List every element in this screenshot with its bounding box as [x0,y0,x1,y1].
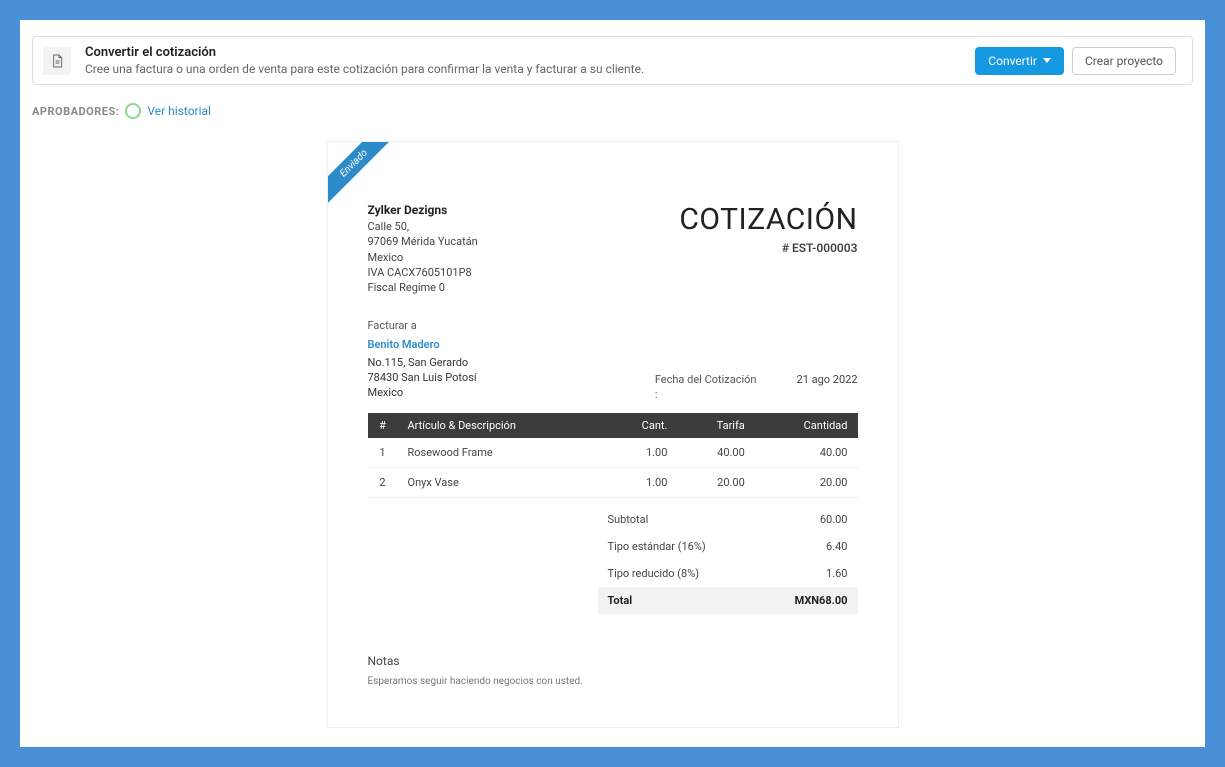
bill-to-label: Facturar a [368,318,477,333]
company-line5: Fiscal Regime 0 [368,280,478,295]
convert-alert-bar: Convertir el cotización Cree una factura… [32,36,1193,85]
table-row: 1 Rosewood Frame 1.00 40.00 40.00 [368,438,858,468]
tax2-value: 1.60 [826,567,847,580]
convert-button[interactable]: Convertir [975,47,1064,75]
create-project-label: Crear proyecto [1085,54,1163,68]
notes-section: Notas Esperamos seguir haciendo negocios… [368,654,858,687]
cell-amount: 20.00 [755,467,858,497]
approvers-label: APROBADORES: [32,105,119,118]
doc-number: # EST-000003 [679,241,857,255]
subtotal-label: Subtotal [608,513,649,526]
tax1-value: 6.40 [826,540,847,553]
create-project-button[interactable]: Crear proyecto [1072,47,1176,75]
th-num: # [368,413,398,438]
company-block: Zylker Dezigns Calle 50, 97069 Mérida Yu… [368,202,478,296]
th-desc: Artículo & Descripción [398,413,604,438]
cell-desc: Rosewood Frame [398,438,604,468]
company-line4: IVA CACX7605101P8 [368,265,478,280]
tax2-row: Tipo reducido (8%) 1.60 [598,560,858,587]
chevron-down-icon [1043,58,1051,63]
totals-block: Subtotal 60.00 Tipo estándar (16%) 6.40 … [598,506,858,614]
subtotal-value: 60.00 [820,513,848,526]
bill-line1: No.115, San Gerardo [368,355,477,370]
notes-label: Notas [368,654,858,668]
document-icon [43,47,71,75]
doc-title: COTIZACIÓN [679,202,857,237]
cell-num: 2 [368,467,398,497]
items-table: # Artículo & Descripción Cant. Tarifa Ca… [368,413,858,498]
company-line1: Calle 50, [368,219,478,234]
tax2-label: Tipo reducido (8%) [608,567,700,580]
doc-title-block: COTIZACIÓN # EST-000003 [679,202,857,255]
document-wrap: Enviado Zylker Dezigns Calle 50, 97069 M… [32,141,1193,728]
alert-actions: Convertir Crear proyecto [975,47,1176,75]
company-name: Zylker Dezigns [368,202,478,219]
total-value: MXN68.00 [795,594,848,607]
doc-header: Zylker Dezigns Calle 50, 97069 Mérida Yu… [368,202,858,296]
th-amount: Cantidad [755,413,858,438]
alert-left: Convertir el cotización Cree una factura… [43,45,644,76]
table-row: 2 Onyx Vase 1.00 20.00 20.00 [368,467,858,497]
cell-rate: 40.00 [677,438,754,468]
approver-avatar[interactable] [125,103,141,119]
table-header-row: # Artículo & Descripción Cant. Tarifa Ca… [368,413,858,438]
notes-text: Esperamos seguir haciendo negocios con u… [368,676,858,687]
company-line2: 97069 Mérida Yucatán [368,234,478,249]
date-block: Fecha del Cotización : 21 ago 2022 [655,373,858,401]
bill-to-block: Facturar a Benito Madero No.115, San Ger… [368,318,477,401]
customer-name[interactable]: Benito Madero [368,337,477,352]
alert-title: Convertir el cotización [85,45,644,60]
cell-desc: Onyx Vase [398,467,604,497]
date-value: 21 ago 2022 [797,373,858,401]
bill-section: Facturar a Benito Madero No.115, San Ger… [368,318,858,401]
quote-document: Enviado Zylker Dezigns Calle 50, 97069 M… [327,141,899,728]
cell-qty: 1.00 [604,438,677,468]
approvers-row: APROBADORES: Ver historial [32,103,1193,119]
alert-subtitle: Cree una factura o una orden de venta pa… [85,62,644,76]
total-row: Total MXN68.00 [598,587,858,614]
inner-container: Convertir el cotización Cree una factura… [24,24,1201,740]
convert-button-label: Convertir [988,54,1037,68]
subtotal-row: Subtotal 60.00 [598,506,858,533]
cell-rate: 20.00 [677,467,754,497]
total-label: Total [608,594,633,607]
bill-line2: 78430 San Luis Potosí [368,370,477,385]
date-colon: : [655,388,757,401]
cell-num: 1 [368,438,398,468]
tax1-label: Tipo estándar (16%) [608,540,706,553]
view-history-link[interactable]: Ver historial [147,104,211,118]
bill-line3: Mexico [368,385,477,400]
date-label: Fecha del Cotización [655,373,757,386]
alert-text-block: Convertir el cotización Cree una factura… [85,45,644,76]
company-line3: Mexico [368,250,478,265]
th-qty: Cant. [604,413,677,438]
cell-amount: 40.00 [755,438,858,468]
page-container: Convertir el cotización Cree una factura… [20,20,1205,747]
cell-qty: 1.00 [604,467,677,497]
tax1-row: Tipo estándar (16%) 6.40 [598,533,858,560]
th-rate: Tarifa [677,413,754,438]
